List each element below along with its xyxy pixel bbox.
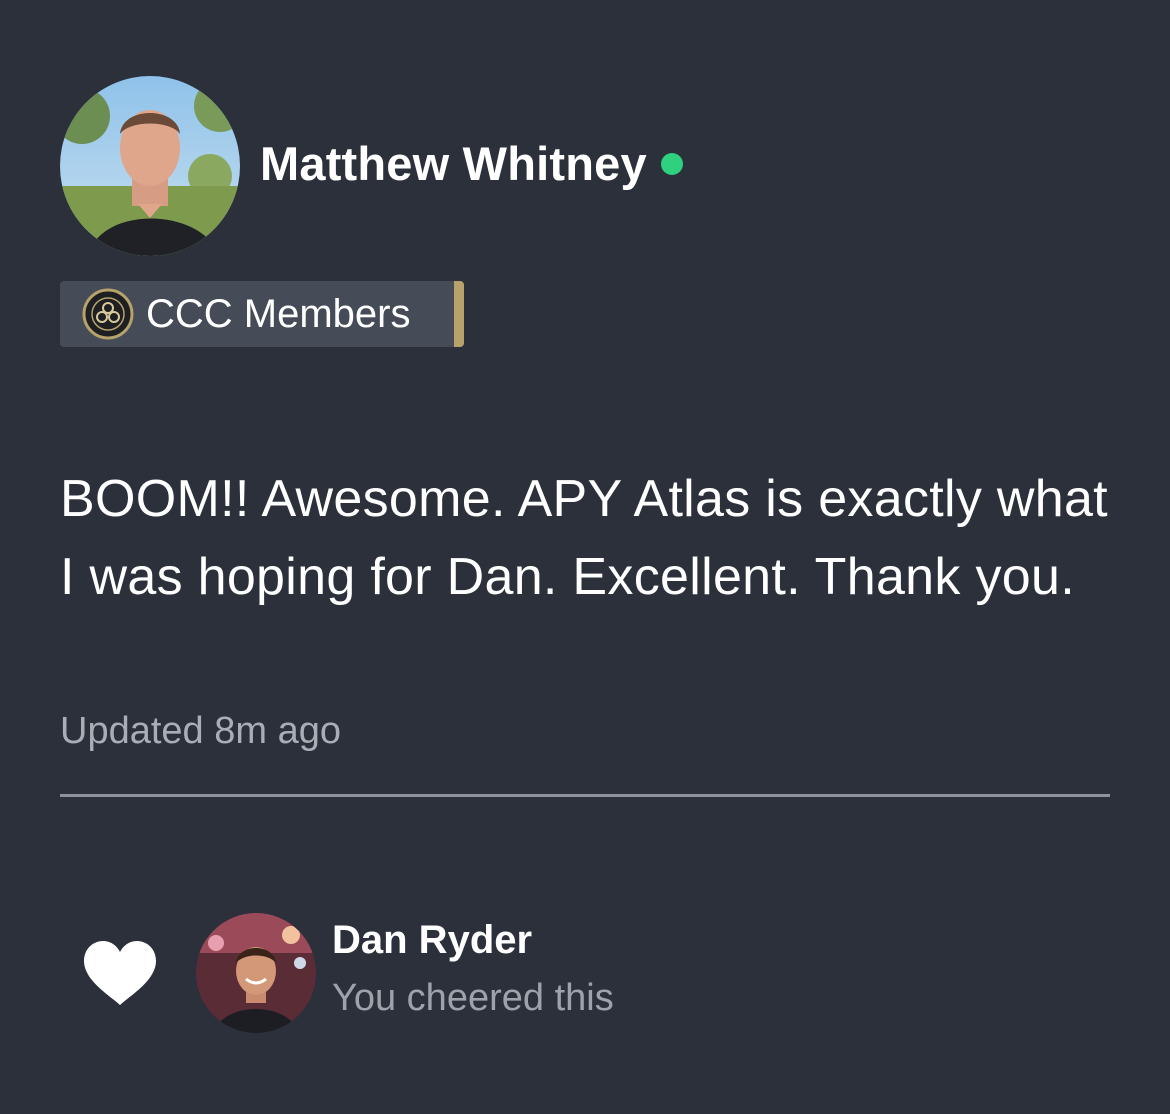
author-name[interactable]: Matthew Whitney bbox=[260, 136, 647, 191]
cheerer-avatar[interactable] bbox=[196, 913, 316, 1033]
cheer-text: Dan Ryder You cheered this bbox=[332, 912, 614, 1026]
updated-timestamp: Updated 8m ago bbox=[60, 710, 341, 752]
cheer-status: You cheered this bbox=[332, 977, 614, 1019]
ccc-logo-icon bbox=[82, 288, 134, 340]
badge-accent-bar bbox=[454, 281, 464, 347]
author-header: Matthew Whitney bbox=[60, 76, 683, 256]
author-avatar[interactable] bbox=[60, 76, 240, 256]
post-body: BOOM!! Awesome. APY Atlas is exactly wha… bbox=[60, 470, 1108, 606]
heart-icon[interactable] bbox=[82, 939, 158, 1007]
post-card: Matthew Whitney CCC Members BOOM!! Aweso… bbox=[0, 0, 1170, 1114]
cheer-row: Dan Ryder You cheered this bbox=[82, 913, 614, 1033]
group-badge[interactable]: CCC Members bbox=[60, 281, 464, 347]
online-status-dot bbox=[660, 153, 683, 175]
author-name-wrap: Matthew Whitney bbox=[260, 136, 683, 191]
group-name: CCC Members bbox=[146, 291, 411, 336]
divider bbox=[60, 794, 1110, 797]
cheerer-name[interactable]: Dan Ryder bbox=[332, 912, 614, 968]
